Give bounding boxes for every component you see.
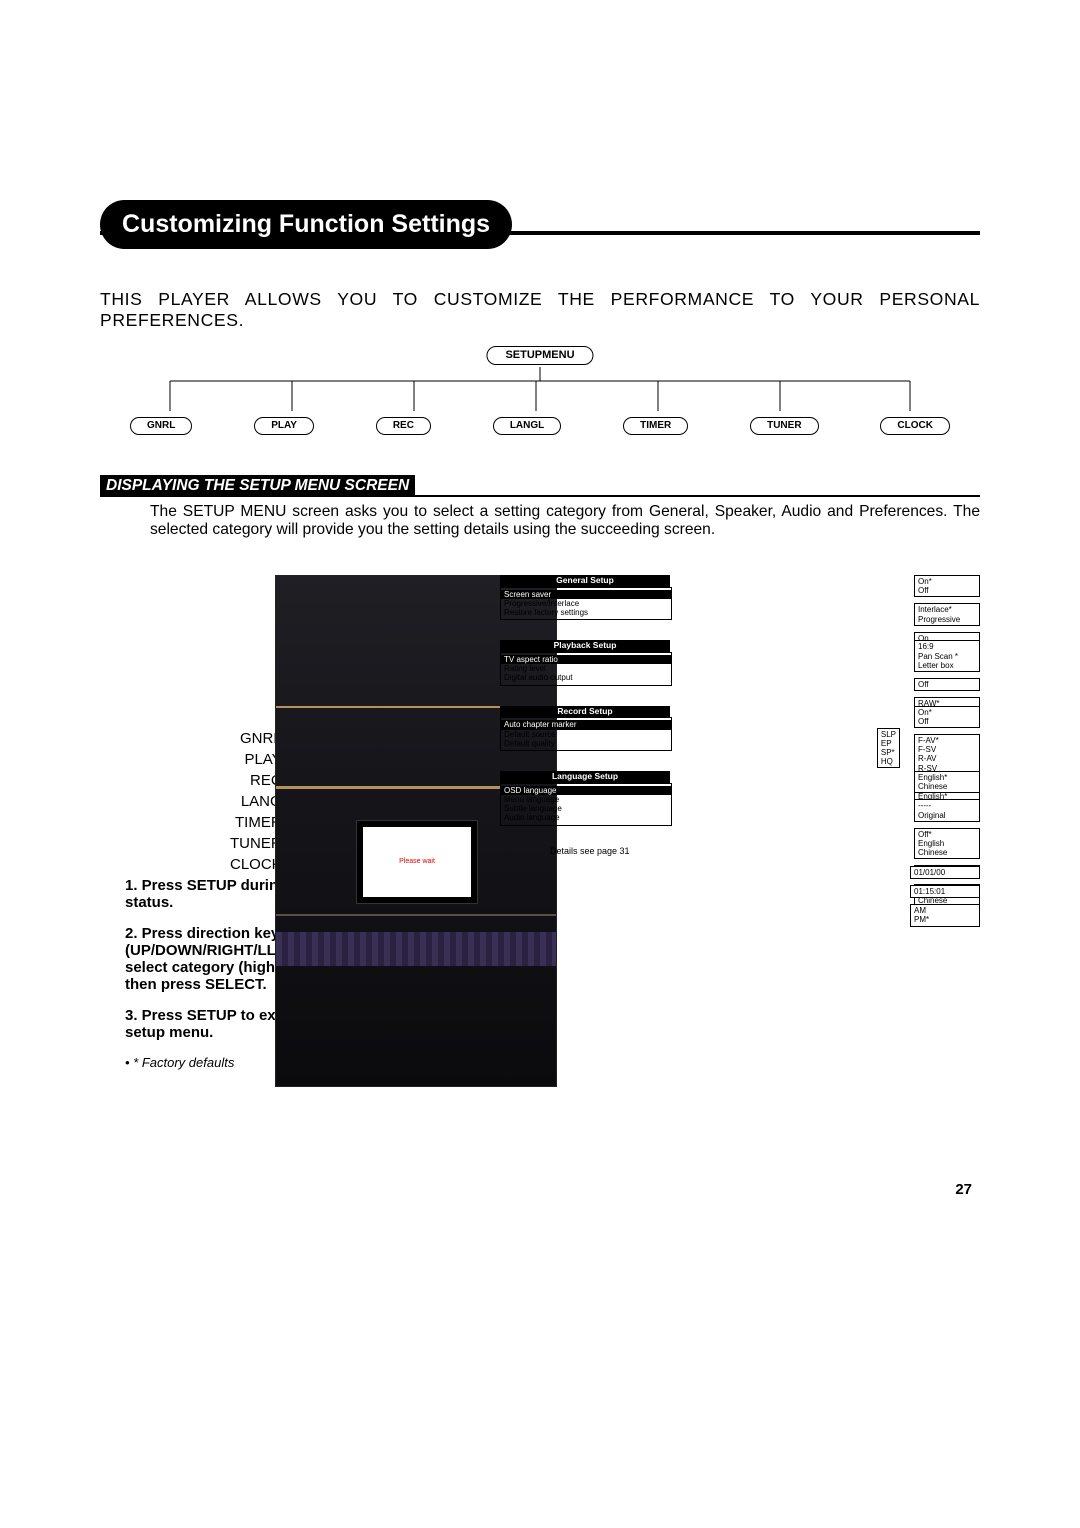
option-box: Interlace*Progressive [914, 603, 980, 625]
tree-leaf: REC [376, 417, 431, 435]
option-box: 01:15:01 [910, 885, 980, 898]
option-value: 16:9 [918, 642, 976, 651]
tree-leaf: PLAY [254, 417, 314, 435]
option-box: Off*EnglishChinese [914, 828, 980, 860]
option-value: English [918, 839, 976, 848]
option-box: On*Off [914, 575, 980, 597]
setup-menu-tree: SETUPMENU GNRL PLAY REC LANGL TIMER TUNER CLOC… [100, 345, 980, 435]
group-items: Screen saverProgressive/InterlaceRestore… [500, 587, 672, 621]
group-item: Menu language [501, 795, 671, 804]
option-value: 01/01/00 [914, 868, 976, 877]
option-box: -----Original [914, 799, 980, 821]
menu-category-label: LANG [230, 791, 282, 812]
settings-tree: General SetupScreen saverProgressive/Int… [500, 575, 980, 927]
option-box: AMPM* [910, 904, 980, 926]
tv-screen-text: Please wait [363, 827, 471, 897]
manual-page: Customizing Function Settings THIS PLAYE… [0, 0, 1080, 1528]
main-diagram: GNRLPLAYRECLANGTIMERTUNERCLOCK 1. Press … [100, 553, 980, 1273]
option-box: English*Chinese [914, 771, 980, 793]
option-value: Off [918, 586, 976, 595]
menu-category-label: TUNER [230, 833, 282, 854]
group-header: General Setup [500, 575, 670, 587]
section-header: DISPLAYING THE SETUP MENU SCREEN [100, 475, 415, 497]
option-value: R-AV [918, 754, 976, 763]
option-value: Original [918, 811, 976, 820]
option-value: Off* [918, 830, 976, 839]
option-box: Off [914, 678, 980, 691]
option-value: Interlace* [918, 605, 976, 614]
group-header: Language Setup [500, 771, 670, 783]
settings-group: Language SetupOSD languageMenu languageS… [500, 771, 980, 826]
option-value: EP [881, 739, 896, 748]
option-value: Chinese [918, 782, 976, 791]
option-value: ----- [918, 801, 976, 810]
option-value: 01:15:01 [914, 887, 976, 896]
menu-category-label: CLOCK [230, 854, 282, 875]
tree-root-label: SETUPMENU [486, 346, 593, 365]
option-value: SP* [881, 748, 896, 757]
settings-group: General SetupScreen saverProgressive/Int… [500, 575, 980, 620]
page-number: 27 [955, 1181, 972, 1198]
option-value: AM [914, 906, 976, 915]
quality-options: SLPEPSP*HQ [877, 728, 900, 769]
settings-group: Record SetupAuto chapter markerDefault s… [500, 706, 980, 751]
option-box: 01/01/00 [910, 866, 980, 879]
option-box: On*Off [914, 706, 980, 728]
tree-leaf: GNRL [130, 417, 192, 435]
group-item: Audio language [501, 813, 671, 822]
group-item: Screen saver [501, 590, 671, 599]
decorative-bars [276, 932, 556, 966]
group-item: Auto chapter marker [501, 720, 671, 729]
tree-leaf: TIMER [623, 417, 688, 435]
left-label-column: GNRLPLAYRECLANGTIMERTUNERCLOCK [230, 728, 282, 875]
option-box: 16:9Pan Scan *Letter box [914, 640, 980, 672]
group-item: Subtle language [501, 804, 671, 813]
tree-leaf: LANGL [493, 417, 561, 435]
foreground-objects [296, 976, 536, 1086]
section-description: The SETUP MENU screen asks you to select… [150, 503, 980, 539]
tree-root: SETUPMENU [486, 345, 593, 365]
group-items: TV aspect ratioRating levelDigital audio… [500, 652, 672, 686]
group-items: OSD languageMenu languageSubtle language… [500, 783, 672, 826]
group-item: Restore factory settings [501, 608, 671, 617]
tree-leaf: TUNER [750, 417, 818, 435]
group-item: OSD language [501, 786, 671, 795]
tv-frame: Please wait [356, 820, 478, 904]
tree-leaf: CLOCK [880, 417, 950, 435]
menu-category-label: GNRL [230, 728, 282, 749]
group-item: TV aspect ratio [501, 655, 671, 664]
page-title-pill: Customizing Function Settings [100, 200, 980, 249]
option-value: HQ [881, 757, 896, 766]
settings-group: Playback SetupTV aspect ratioRating leve… [500, 640, 980, 685]
menu-category-label: REC [230, 770, 282, 791]
option-value: Progressive [918, 615, 976, 624]
group-item: Default source [501, 730, 671, 739]
option-value: Chinese [918, 848, 976, 857]
option-value: Off [918, 717, 976, 726]
group-header: Playback Setup [500, 640, 670, 652]
option-value: Pan Scan * [918, 652, 976, 661]
clock-options: 01/01/00 01:15:01 AMPM* [910, 866, 980, 927]
option-value: On* [918, 708, 976, 717]
option-value: Letter box [918, 661, 976, 670]
page-title: Customizing Function Settings [100, 200, 512, 249]
option-value: PM* [914, 915, 976, 924]
option-value: F-SV [918, 745, 976, 754]
option-value: SLP [881, 730, 896, 739]
menu-category-label: PLAY [230, 749, 282, 770]
option-value: F-AV* [918, 736, 976, 745]
group-items: Auto chapter markerDefault sourceDefault… [500, 717, 672, 751]
option-value: Off [918, 680, 976, 689]
group-header: Record Setup [500, 706, 670, 718]
group-item: Progressive/Interlace [501, 599, 671, 608]
intro-text: THIS PLAYER ALLOWS YOU TO CUSTOMIZE THE … [100, 289, 980, 331]
group-item: Default quality [501, 739, 671, 748]
group-item: Rating level [501, 664, 671, 673]
tree-leaves: GNRL PLAY REC LANGL TIMER TUNER CLOCK [100, 417, 980, 435]
menu-category-label: TIMER [230, 812, 282, 833]
option-value: English* [918, 773, 976, 782]
group-item: Digital audio output [501, 673, 671, 682]
option-value: On* [918, 577, 976, 586]
